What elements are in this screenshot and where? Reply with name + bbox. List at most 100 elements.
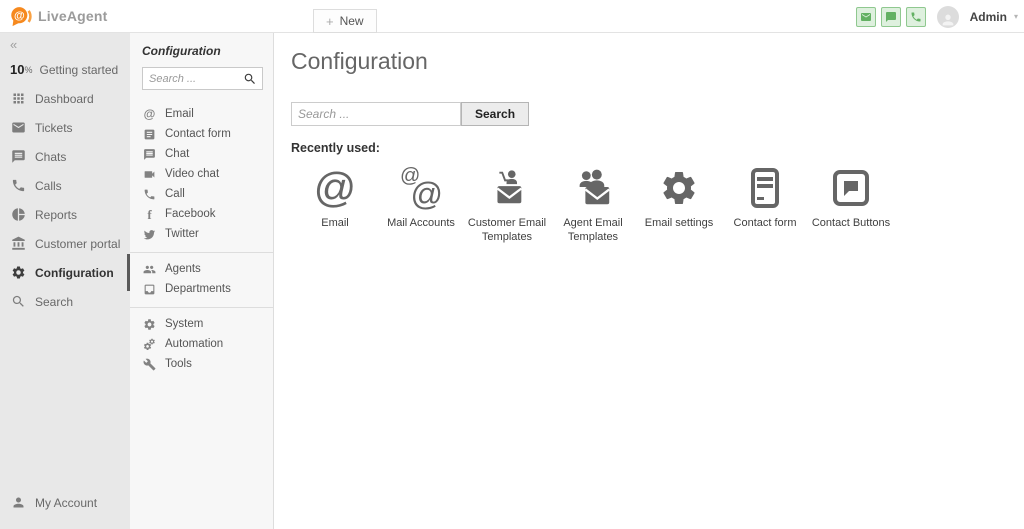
email-quick-button[interactable] xyxy=(856,7,876,27)
panel-item-contact-form[interactable]: Contact form xyxy=(130,124,273,144)
sidebar-item-getting-started[interactable]: 10 % Getting started xyxy=(0,55,130,84)
progress-percent-sign: % xyxy=(24,65,32,75)
new-button-label: New xyxy=(340,14,364,28)
panel-item-call[interactable]: Call xyxy=(130,184,273,204)
sidebar-item-search[interactable]: Search xyxy=(0,287,130,316)
recently-used-label: Recently used: xyxy=(291,141,1024,155)
customer-envelope-icon xyxy=(464,165,550,211)
sidebar-item-label: Configuration xyxy=(35,266,114,280)
topbar: @ LiveAgent + New Admin ▾ xyxy=(0,0,1024,33)
main-search-input[interactable] xyxy=(291,102,461,126)
phone-icon xyxy=(10,178,26,193)
panel-item-label: Chat xyxy=(165,148,189,160)
sidebar-item-customer-portal[interactable]: Customer portal xyxy=(0,229,130,258)
user-name[interactable]: Admin xyxy=(970,10,1007,24)
chat-bubble-icon xyxy=(885,11,897,23)
panel-item-system[interactable]: System xyxy=(130,314,273,334)
sidebar-item-chats[interactable]: Chats xyxy=(0,142,130,171)
sidebar-item-configuration[interactable]: Configuration xyxy=(0,258,130,287)
panel-item-label: System xyxy=(165,318,203,330)
main-search-row: Search xyxy=(291,102,1024,126)
panel-search-input[interactable] xyxy=(143,73,243,85)
person-icon xyxy=(940,12,956,28)
magnifier-icon[interactable] xyxy=(243,72,257,86)
new-button[interactable]: + New xyxy=(313,9,377,33)
recent-item-label: Contact Buttons xyxy=(808,216,894,230)
phone-icon xyxy=(910,11,922,23)
person-icon xyxy=(10,495,26,510)
user-avatar[interactable] xyxy=(937,6,959,28)
configuration-panel: Configuration @ Email Contact form Chat xyxy=(130,33,274,529)
panel-item-tools[interactable]: Tools xyxy=(130,354,273,374)
panel-item-departments[interactable]: Departments xyxy=(130,279,273,299)
sidebar-item-dashboard[interactable]: Dashboard xyxy=(0,84,130,113)
chat-bubble-icon xyxy=(10,149,26,164)
recent-item-label: Mail Accounts xyxy=(378,216,464,230)
logo-text: LiveAgent xyxy=(38,8,107,24)
double-at-sign-icon: @@ xyxy=(378,165,464,211)
form-icon xyxy=(142,127,157,141)
panel-item-agents[interactable]: Agents xyxy=(130,259,273,279)
at-sign-icon: @ xyxy=(142,107,157,121)
panel-search-box xyxy=(142,67,263,90)
panel-group-channels: @ Email Contact form Chat Video chat xyxy=(130,98,273,252)
sidebar-item-label: Tickets xyxy=(35,121,73,135)
liveagent-logo-icon: @ xyxy=(10,5,32,27)
people-icon xyxy=(142,262,157,276)
sidebar-item-label: Getting started xyxy=(39,63,118,77)
tools-icon xyxy=(142,357,157,371)
panel-item-facebook[interactable]: f Facebook xyxy=(130,204,273,224)
recent-item-label: Agent Email Templates xyxy=(550,216,636,245)
video-camera-icon xyxy=(142,167,157,181)
recently-used-row: @ Email @@ Mail Accounts Customer Email … xyxy=(292,165,1024,245)
collapse-sidebar-button[interactable]: « xyxy=(0,33,130,55)
panel-item-label: Contact form xyxy=(165,128,231,140)
envelope-icon xyxy=(860,11,872,23)
recent-item-label: Email xyxy=(292,216,378,230)
recent-item-agent-email-templates[interactable]: Agent Email Templates xyxy=(550,165,636,245)
sidebar-item-tickets[interactable]: Tickets xyxy=(0,113,130,142)
recent-item-email-settings[interactable]: Email settings xyxy=(636,165,722,245)
recent-item-contact-buttons[interactable]: Contact Buttons xyxy=(808,165,894,245)
search-button[interactable]: Search xyxy=(461,102,529,126)
recent-item-label: Contact form xyxy=(722,216,808,230)
recent-item-mail-accounts[interactable]: @@ Mail Accounts xyxy=(378,165,464,245)
sidebar-item-label: Calls xyxy=(35,179,62,193)
panel-item-email[interactable]: @ Email xyxy=(130,104,273,124)
panel-item-label: Twitter xyxy=(165,228,199,240)
gear-icon xyxy=(142,317,157,331)
panel-item-label: Automation xyxy=(165,338,223,350)
page-title: Configuration xyxy=(291,48,1024,75)
panel-group-system: System Automation Tools xyxy=(130,307,273,382)
sidebar-item-reports[interactable]: Reports xyxy=(0,200,130,229)
panel-item-label: Call xyxy=(165,188,185,200)
panel-item-label: Departments xyxy=(165,283,231,295)
sidebar-item-label: Dashboard xyxy=(35,92,94,106)
at-sign-icon: @ xyxy=(292,165,378,211)
recent-item-contact-form[interactable]: Contact form xyxy=(722,165,808,245)
chevron-down-icon[interactable]: ▾ xyxy=(1014,12,1018,21)
sidebar-item-label: Customer portal xyxy=(35,237,120,251)
panel-item-automation[interactable]: Automation xyxy=(130,334,273,354)
twitter-bird-icon xyxy=(142,227,157,241)
chat-quick-button[interactable] xyxy=(881,7,901,27)
sidebar-item-calls[interactable]: Calls xyxy=(0,171,130,200)
sidebar: « 10 % Getting started Dashboard Tickets… xyxy=(0,33,130,529)
gears-icon xyxy=(142,337,157,351)
chat-bubble-icon xyxy=(142,147,157,161)
panel-item-label: Email xyxy=(165,108,194,120)
recent-item-customer-email-templates[interactable]: Customer Email Templates xyxy=(464,165,550,245)
panel-group-people: Agents Departments xyxy=(130,252,273,307)
panel-item-label: Tools xyxy=(165,358,192,370)
panel-item-chat[interactable]: Chat xyxy=(130,144,273,164)
panel-item-twitter[interactable]: Twitter xyxy=(130,224,273,244)
envelope-icon xyxy=(10,120,26,135)
pie-chart-icon xyxy=(10,207,26,222)
dashboard-grid-icon xyxy=(10,91,26,106)
call-quick-button[interactable] xyxy=(906,7,926,27)
recent-item-email[interactable]: @ Email xyxy=(292,165,378,245)
sidebar-item-label: Chats xyxy=(35,150,66,164)
sidebar-item-my-account[interactable]: My Account xyxy=(0,488,130,517)
panel-item-video-chat[interactable]: Video chat xyxy=(130,164,273,184)
form-card-icon xyxy=(722,165,808,211)
